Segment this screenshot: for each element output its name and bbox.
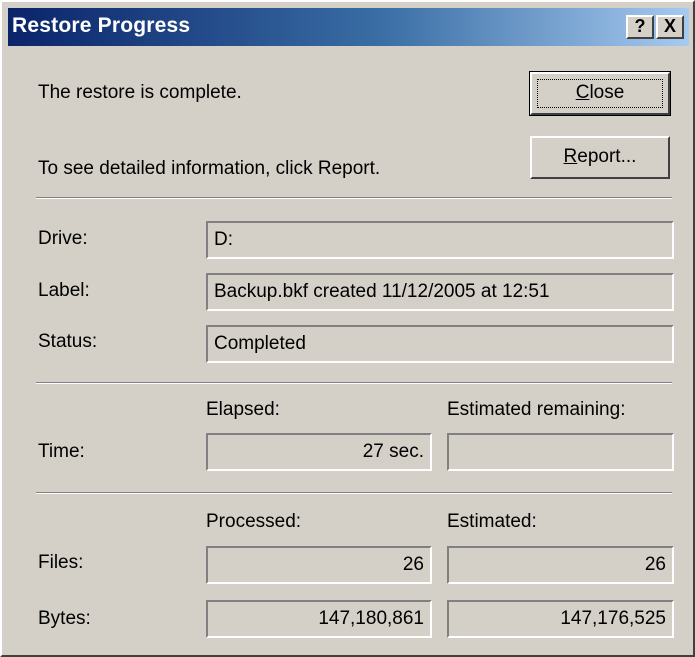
status-field: Completed xyxy=(206,325,674,363)
bytes-label: Bytes: xyxy=(38,608,91,629)
help-button[interactable]: ? xyxy=(626,15,654,39)
files-estimated-field: 26 xyxy=(447,546,674,584)
close-button[interactable]: Close xyxy=(529,71,671,116)
bytes-estimated-field: 147,176,525 xyxy=(447,600,674,638)
files-processed-field: 26 xyxy=(206,546,432,584)
bytes-processed-field: 147,180,861 xyxy=(206,600,432,638)
drive-label: Drive: xyxy=(38,228,88,249)
estimated-remaining-field xyxy=(447,433,674,471)
report-hint-message: To see detailed information, click Repor… xyxy=(38,158,381,179)
estimated-remaining-header: Estimated remaining: xyxy=(447,399,626,420)
window-title: Restore Progress xyxy=(12,14,191,37)
estimated-header: Estimated: xyxy=(447,511,537,532)
separator xyxy=(36,492,672,494)
restore-complete-message: The restore is complete. xyxy=(38,82,242,103)
title-bar[interactable]: Restore Progress ? X xyxy=(8,8,689,46)
separator xyxy=(36,197,672,199)
report-button-label: Report... xyxy=(563,146,637,167)
close-button-label: Close xyxy=(575,82,625,103)
drive-field: D: xyxy=(206,221,674,259)
label-field: Backup.bkf created 11/12/2005 at 12:51 xyxy=(206,273,674,311)
time-label: Time: xyxy=(38,441,85,462)
label-label: Label: xyxy=(38,280,90,301)
status-label: Status: xyxy=(38,331,98,352)
elapsed-header: Elapsed: xyxy=(206,399,280,420)
files-label: Files: xyxy=(38,552,84,573)
processed-header: Processed: xyxy=(206,511,302,532)
separator xyxy=(36,382,672,384)
window-close-button[interactable]: X xyxy=(656,15,684,39)
elapsed-field: 27 sec. xyxy=(206,433,432,471)
report-button[interactable]: Report... xyxy=(530,136,670,179)
